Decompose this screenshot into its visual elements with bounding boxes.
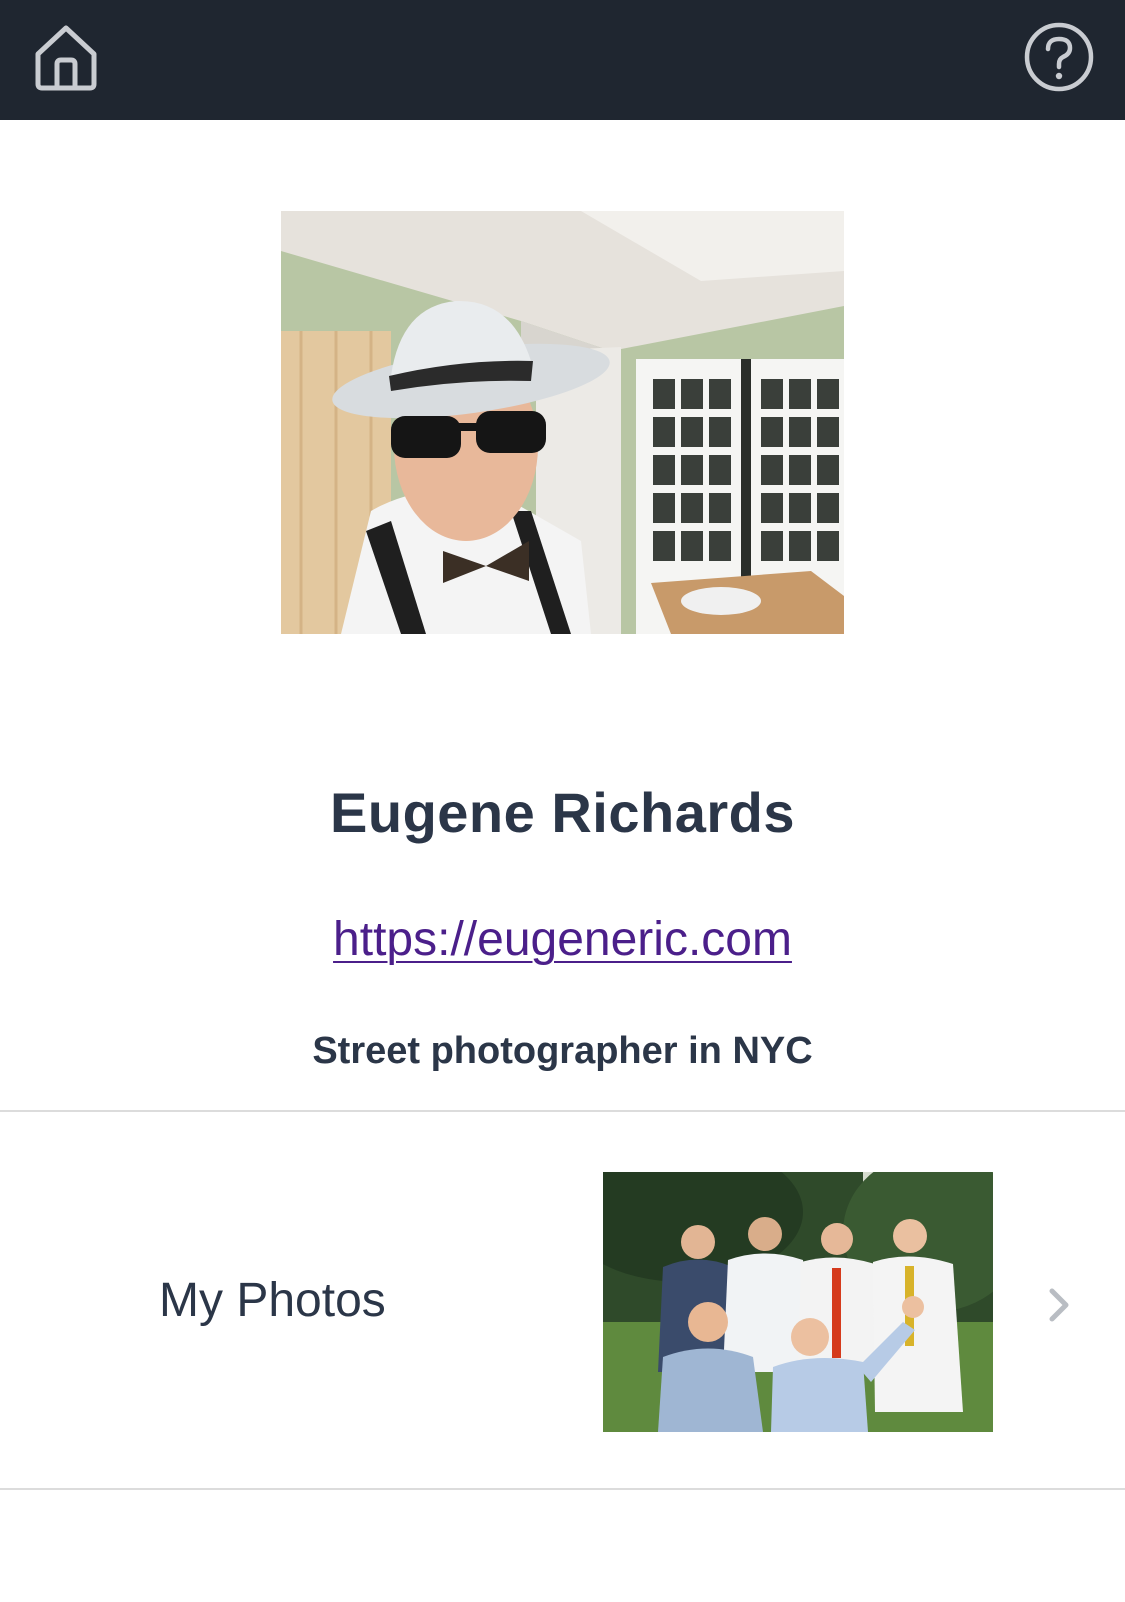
- profile-photo: [281, 211, 844, 634]
- profile-bio: Street photographer in NYC: [312, 1030, 813, 1072]
- home-icon: [35, 25, 97, 91]
- chevron-right-icon: [1049, 1288, 1069, 1322]
- divider: [0, 1110, 1125, 1112]
- my-photos-thumbnail: [603, 1172, 993, 1432]
- profile-website-link-container: https://eugeneric.com: [0, 912, 1125, 967]
- help-circle-icon: [1024, 22, 1094, 92]
- my-photos-row[interactable]: My Photos: [0, 1113, 1125, 1490]
- home-button[interactable]: [30, 20, 102, 96]
- help-button[interactable]: [1022, 20, 1096, 94]
- divider: [0, 1488, 1125, 1490]
- top-navigation-bar: [0, 0, 1125, 120]
- profile-name: Eugene Richards: [330, 781, 795, 844]
- profile-website-link[interactable]: https://eugeneric.com: [333, 913, 792, 966]
- my-photos-label: My Photos: [159, 1274, 386, 1327]
